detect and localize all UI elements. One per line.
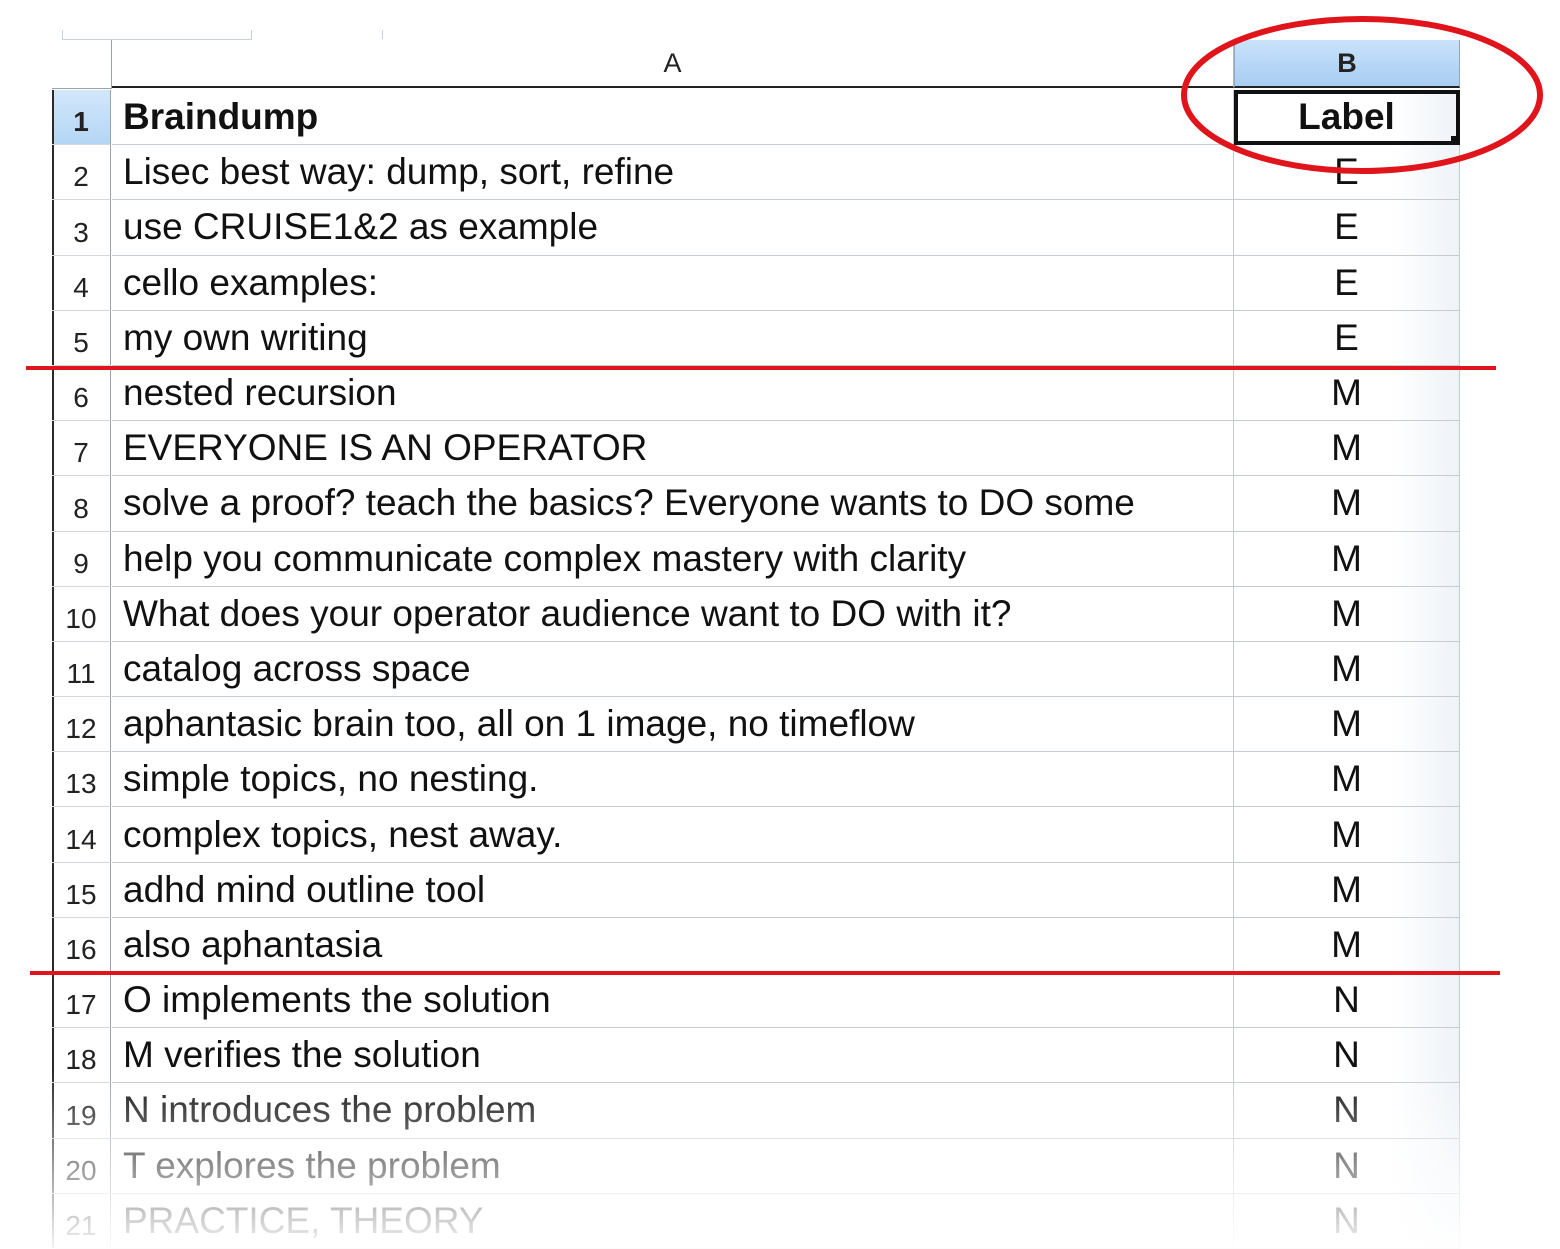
cell-b[interactable]: M xyxy=(1234,586,1460,642)
row-header[interactable]: 21 xyxy=(52,1193,111,1249)
cell-b[interactable]: M xyxy=(1234,365,1460,422)
row-header[interactable]: 20 xyxy=(52,1138,111,1194)
cell-a[interactable]: O implements the solution xyxy=(112,973,1234,1029)
cell-a[interactable]: adhd mind outline tool xyxy=(112,862,1234,918)
cell-a[interactable]: T explores the problem xyxy=(112,1138,1234,1194)
formula-bar[interactable] xyxy=(382,30,1461,39)
cell-b[interactable]: M xyxy=(1234,917,1460,973)
cell-b-selected[interactable]: Label xyxy=(1234,90,1460,146)
cell-a[interactable]: help you communicate complex mastery wit… xyxy=(112,531,1234,587)
cell-b[interactable]: M xyxy=(1234,421,1460,477)
row-header[interactable]: 2 xyxy=(52,145,111,201)
cell-b[interactable]: M xyxy=(1234,697,1460,753)
cell-b[interactable]: E xyxy=(1234,145,1460,201)
row-header[interactable]: 8 xyxy=(52,476,111,532)
spreadsheet: A B 1 Braindump Label 2 Lisec best way: … xyxy=(0,0,1560,1249)
column-header-a[interactable]: A xyxy=(112,40,1234,88)
cell-a[interactable]: also aphantasia xyxy=(112,917,1234,973)
cell-b[interactable]: N xyxy=(1234,1138,1460,1194)
cell-a[interactable]: aphantasic brain too, all on 1 image, no… xyxy=(112,697,1234,753)
cell-b[interactable]: M xyxy=(1234,641,1460,698)
row-header[interactable]: 9 xyxy=(52,531,111,587)
row-header[interactable]: 15 xyxy=(52,862,111,918)
cell-b[interactable]: M xyxy=(1234,752,1460,808)
cell-a[interactable]: EVERYONE IS AN OPERATOR xyxy=(112,421,1234,477)
name-box[interactable] xyxy=(62,30,252,40)
row-header[interactable]: 4 xyxy=(52,255,111,311)
select-all-corner[interactable] xyxy=(52,40,112,89)
row-header[interactable]: 16 xyxy=(52,917,111,973)
cell-a[interactable]: N introduces the problem xyxy=(112,1083,1234,1139)
row-header[interactable]: 17 xyxy=(52,973,111,1029)
cell-b[interactable]: M xyxy=(1234,862,1460,918)
row-header[interactable]: 7 xyxy=(52,421,111,477)
cell-b[interactable]: E xyxy=(1234,200,1460,256)
cell-b[interactable]: M xyxy=(1234,476,1460,532)
cell-a[interactable]: complex topics, nest away. xyxy=(112,807,1234,863)
row-header[interactable]: 11 xyxy=(52,641,111,698)
cell-b[interactable]: N xyxy=(1234,973,1460,1029)
cell-a[interactable]: Lisec best way: dump, sort, refine xyxy=(112,145,1234,201)
column-header-b[interactable]: B xyxy=(1234,40,1460,88)
row-header[interactable]: 13 xyxy=(52,752,111,808)
row-header[interactable]: 19 xyxy=(52,1083,111,1139)
cell-b[interactable]: M xyxy=(1234,807,1460,863)
cell-a[interactable]: catalog across space xyxy=(112,641,1234,698)
cell-b[interactable]: N xyxy=(1234,1028,1460,1084)
row-header[interactable]: 5 xyxy=(52,310,111,366)
cell-b[interactable]: E xyxy=(1234,255,1460,311)
row-header[interactable]: 14 xyxy=(52,807,111,863)
cell-a[interactable]: solve a proof? teach the basics? Everyon… xyxy=(112,476,1234,532)
cell-a[interactable]: nested recursion xyxy=(112,365,1234,422)
cell-b[interactable]: E xyxy=(1234,310,1460,366)
cell-b[interactable]: N xyxy=(1234,1193,1460,1249)
row-header[interactable]: 6 xyxy=(52,365,111,422)
cell-b[interactable]: M xyxy=(1234,531,1460,587)
cell-a[interactable]: my own writing xyxy=(112,310,1234,366)
row-header[interactable]: 12 xyxy=(52,697,111,753)
row-header[interactable]: 1 xyxy=(52,90,111,146)
cell-a[interactable]: use CRUISE1&2 as example xyxy=(112,200,1234,256)
row-header[interactable]: 18 xyxy=(52,1028,111,1084)
cell-a[interactable]: Braindump xyxy=(112,90,1234,146)
cell-a[interactable]: What does your operator audience want to… xyxy=(112,586,1234,642)
cell-b[interactable]: N xyxy=(1234,1083,1460,1139)
row-header[interactable]: 3 xyxy=(52,200,111,256)
cell-a[interactable]: M verifies the solution xyxy=(112,1028,1234,1084)
cell-a[interactable]: cello examples: xyxy=(112,255,1234,311)
row-header[interactable]: 10 xyxy=(52,586,111,642)
cell-a[interactable]: simple topics, no nesting. xyxy=(112,752,1234,808)
cell-a[interactable]: PRACTICE, THEORY xyxy=(112,1193,1234,1249)
